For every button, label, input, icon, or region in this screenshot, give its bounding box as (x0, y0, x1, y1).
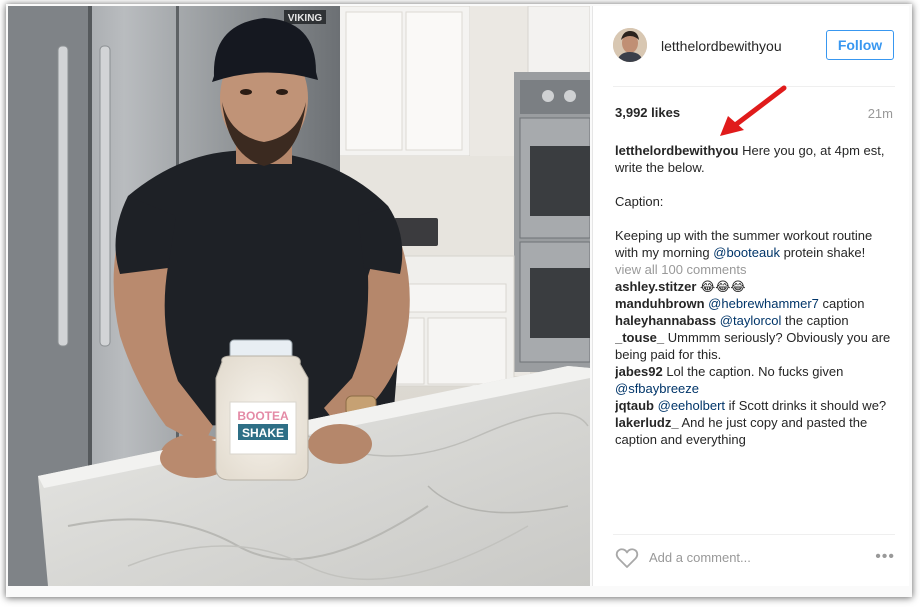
comment-username[interactable]: manduhbrown (615, 296, 705, 311)
caption-username[interactable]: letthelordbewithyou (615, 143, 739, 158)
view-all-comments-link[interactable]: view all 100 comments (615, 261, 897, 278)
comment-item: manduhbrown @hebrewhammer7 caption (615, 296, 865, 311)
post-username[interactable]: letthelordbewithyou (661, 38, 782, 54)
caption-line: Caption: (615, 194, 664, 209)
more-options-icon[interactable]: ••• (875, 548, 895, 566)
comment-item: ashley.stitzer 😂😂😂 (615, 278, 897, 295)
add-comment-input[interactable]: Add a comment... (649, 550, 751, 565)
comment-username[interactable]: lakerludz_ (615, 415, 679, 430)
post-details-panel: letthelordbewithyou Follow 3,992 likes 2… (592, 6, 909, 586)
comment-item: _touse_ Ummmm seriously? Obviously you a… (615, 330, 891, 362)
likes-count[interactable]: 3,992 likes (615, 105, 680, 120)
comment-username[interactable]: jabes92 (615, 364, 663, 379)
comment-username[interactable]: _touse_ (615, 330, 664, 345)
mention-link[interactable]: @eeholbert (658, 398, 725, 413)
post-timestamp: 21m (867, 106, 893, 121)
heart-icon[interactable] (615, 547, 639, 574)
mention-link[interactable]: @sfbaybreeze (615, 381, 699, 396)
follow-button[interactable]: Follow (826, 30, 894, 60)
comment-item: haleyhannabass @taylorcol the caption (615, 313, 849, 328)
caption-line: Keeping up with the summer workout routi… (615, 228, 873, 260)
comment-item: jqtaub @eeholbert if Scott drinks it sho… (615, 398, 887, 413)
screenshot-frame: VIKING BOOTEA SHAKE letthelordbewithyou … (6, 4, 912, 597)
jar-brand-top: BOOTEA (237, 409, 289, 423)
mention-link[interactable]: @taylorcol (720, 313, 782, 328)
mention-link[interactable]: @booteauk (713, 245, 780, 260)
kitchen-photo: VIKING BOOTEA SHAKE (8, 6, 590, 586)
header-divider (613, 86, 895, 87)
comments-feed[interactable]: letthelordbewithyou Here you go, at 4pm … (615, 142, 897, 528)
emoji-laughing: 😂😂😂 (700, 279, 746, 294)
jar-brand-bottom: SHAKE (242, 426, 284, 440)
caption-line: letthelordbewithyou Here you go, at 4pm … (615, 143, 885, 175)
fridge-brand-label: VIKING (288, 13, 323, 24)
avatar[interactable] (613, 28, 647, 62)
comment-item: lakerludz_ And he just copy and pasted t… (615, 415, 868, 447)
comment-item: jabes92 Lol the caption. No fucks given … (615, 364, 844, 396)
add-comment-bar: Add a comment... ••• (613, 542, 899, 572)
mention-link[interactable]: @hebrewhammer7 (708, 296, 819, 311)
footer-divider (613, 534, 895, 535)
comment-username[interactable]: haleyhannabass (615, 313, 716, 328)
post-header: letthelordbewithyou Follow (593, 6, 909, 86)
post-photo: VIKING BOOTEA SHAKE (8, 6, 590, 586)
comment-username[interactable]: jqtaub (615, 398, 654, 413)
comment-username[interactable]: ashley.stitzer (615, 279, 696, 294)
protein-jar: BOOTEA SHAKE (215, 339, 309, 481)
